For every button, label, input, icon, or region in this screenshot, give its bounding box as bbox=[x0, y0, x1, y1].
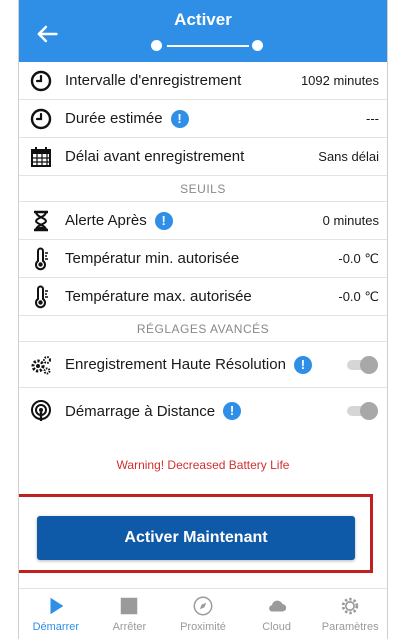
calendar-icon bbox=[31, 146, 51, 167]
thermometer-icon bbox=[35, 285, 48, 308]
toggle-knob bbox=[360, 355, 378, 374]
gear-icon bbox=[341, 597, 359, 615]
tab-stop[interactable]: Arrêter bbox=[93, 589, 167, 639]
row-temp-min[interactable]: Températur min. autorisée -0.0 ℃ bbox=[19, 240, 387, 278]
tab-label: Arrêter bbox=[112, 621, 147, 633]
row-remote-start[interactable]: Démarrage à Distance ! bbox=[19, 388, 387, 434]
tab-label: Cloud bbox=[262, 621, 291, 633]
duration-value: --- bbox=[366, 111, 379, 126]
section-header-thresholds: SEUILS bbox=[19, 176, 387, 202]
tab-start[interactable]: Démarrer bbox=[19, 589, 93, 639]
cta-highlight-box: Activer Maintenant bbox=[19, 494, 373, 573]
step-dot-2 bbox=[252, 40, 263, 51]
row-high-resolution[interactable]: Enregistrement Haute Résolution ! bbox=[19, 342, 387, 388]
tab-label: Proximité bbox=[180, 621, 226, 633]
tab-settings[interactable]: Paramètres bbox=[313, 589, 387, 639]
toggle-knob bbox=[360, 402, 378, 420]
section-header-advanced: RÉGLAGES AVANCÉS bbox=[19, 316, 387, 342]
stop-icon bbox=[121, 597, 138, 615]
thermometer-icon bbox=[35, 247, 48, 270]
tab-cloud[interactable]: Cloud bbox=[240, 589, 314, 639]
battery-warning: Warning! Decreased Battery Life bbox=[116, 458, 290, 472]
tab-label: Paramètres bbox=[321, 621, 379, 633]
temp-max-label: Température max. autorisée bbox=[65, 288, 252, 305]
clock-icon bbox=[30, 108, 52, 129]
info-icon[interactable]: ! bbox=[154, 211, 173, 230]
alert-value: 0 minutes bbox=[322, 213, 379, 228]
activate-now-button[interactable]: Activer Maintenant bbox=[37, 516, 355, 560]
app-frame: Activer Intervalle d'enregistrement 1092… bbox=[18, 0, 388, 639]
info-icon[interactable]: ! bbox=[293, 355, 312, 374]
interval-label: Intervalle d'enregistrement bbox=[65, 72, 242, 89]
row-temp-max[interactable]: Température max. autorisée -0.0 ℃ bbox=[19, 278, 387, 316]
step-dot-1 bbox=[151, 40, 162, 51]
alert-label: Alerte Après bbox=[65, 212, 147, 229]
play-icon bbox=[50, 597, 64, 615]
interval-value: 1092 minutes bbox=[300, 73, 379, 88]
cloud-icon bbox=[268, 600, 286, 612]
row-alert[interactable]: Alerte Après ! 0 minutes bbox=[19, 202, 387, 240]
tab-proximity[interactable]: Proximité bbox=[166, 589, 240, 639]
delay-label: Délai avant enregistrement bbox=[65, 148, 245, 165]
row-duration[interactable]: Durée estimée ! --- bbox=[19, 100, 387, 138]
gears-icon bbox=[31, 355, 51, 374]
info-icon[interactable]: ! bbox=[170, 109, 189, 128]
temp-min-label: Températur min. autorisée bbox=[65, 250, 240, 267]
step-indicator bbox=[151, 38, 265, 54]
page-title: Activer bbox=[174, 10, 232, 29]
duration-label: Durée estimée bbox=[65, 110, 163, 127]
bottom-tab-bar: Démarrer Arrêter Proximité Cloud Paramèt… bbox=[19, 588, 387, 639]
high-resolution-toggle[interactable] bbox=[345, 355, 378, 374]
high-resolution-label: Enregistrement Haute Résolution bbox=[65, 356, 286, 373]
header-bar: Activer bbox=[19, 0, 387, 62]
tab-label: Démarrer bbox=[32, 621, 80, 633]
row-interval[interactable]: Intervalle d'enregistrement 1092 minutes bbox=[19, 62, 387, 100]
info-icon[interactable]: ! bbox=[223, 402, 242, 420]
delay-value: Sans délai bbox=[318, 149, 379, 164]
temp-max-value: -0.0 ℃ bbox=[338, 288, 379, 304]
hourglass-icon bbox=[34, 210, 48, 231]
clock-icon bbox=[30, 70, 52, 91]
temp-min-value: -0.0 ℃ bbox=[338, 250, 379, 266]
remote-start-toggle[interactable] bbox=[345, 402, 378, 420]
remote-start-label: Démarrage à Distance bbox=[65, 402, 216, 420]
compass-icon bbox=[193, 596, 213, 616]
step-connector bbox=[167, 45, 249, 47]
row-delay[interactable]: Délai avant enregistrement Sans délai bbox=[19, 138, 387, 176]
remote-signal-icon bbox=[31, 400, 51, 421]
